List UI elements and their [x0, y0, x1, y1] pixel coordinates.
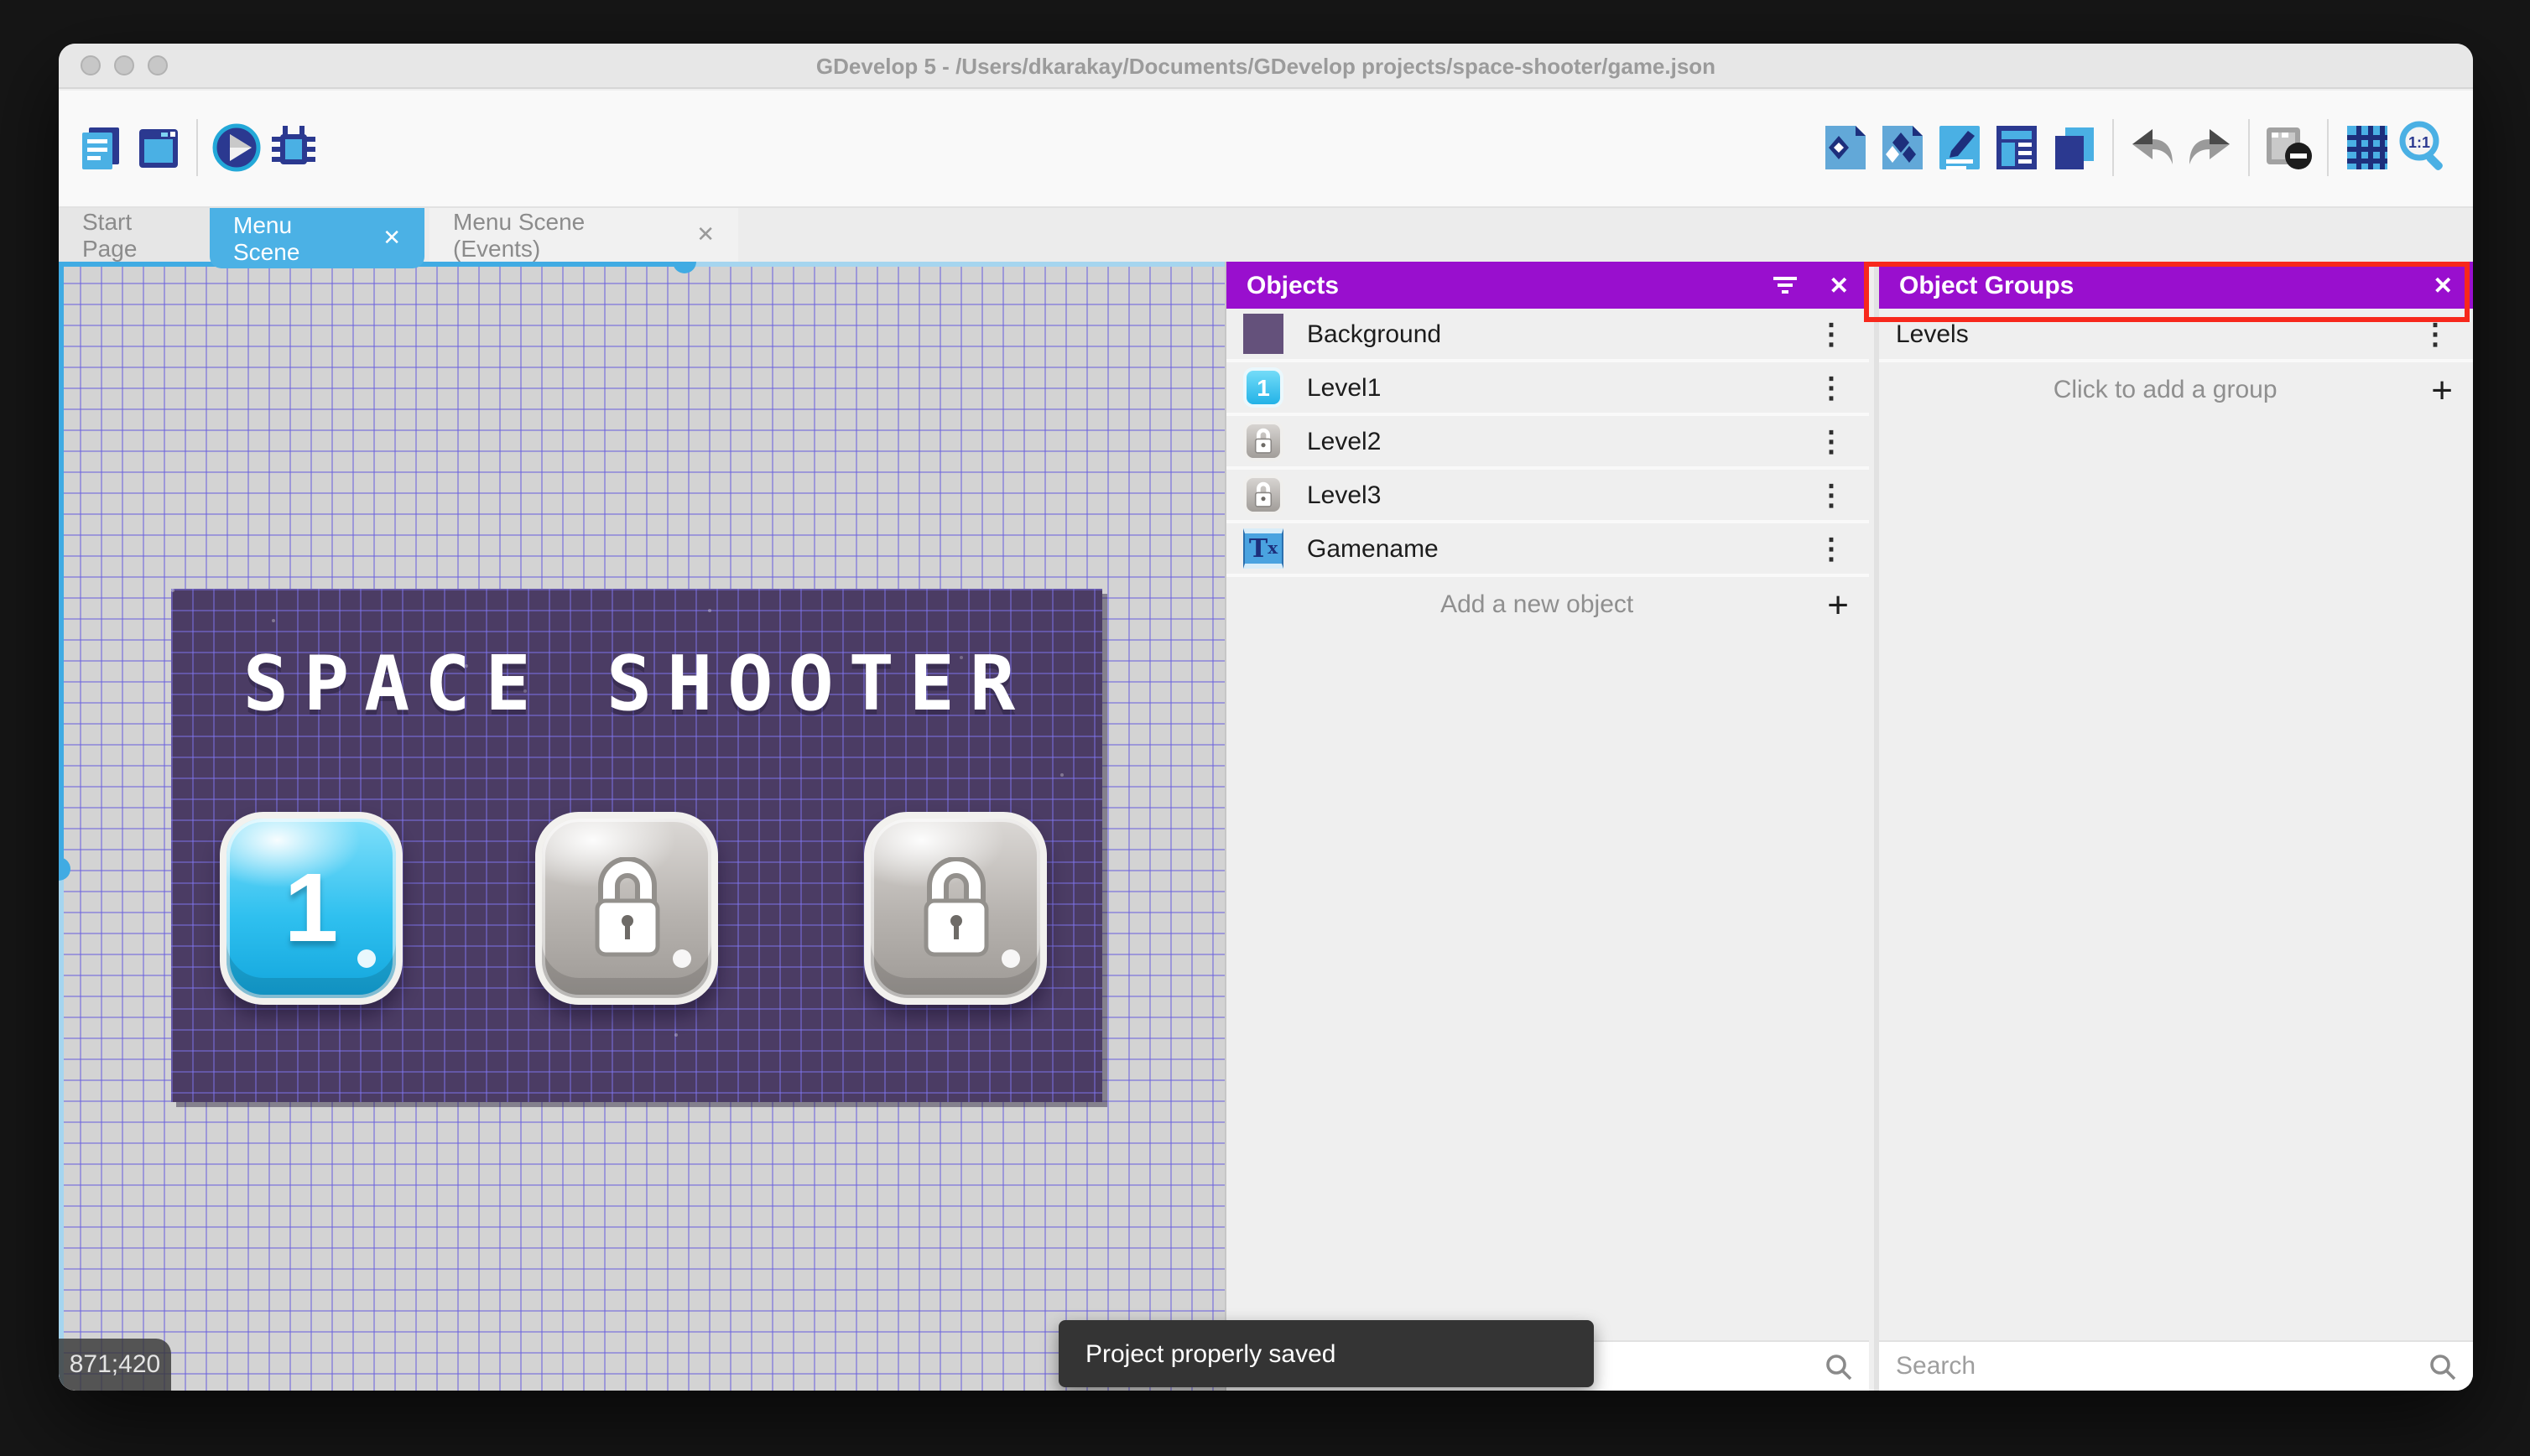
object-name: Level2 — [1307, 427, 1382, 455]
object-menu-icon[interactable]: ⋮ — [1810, 481, 1852, 509]
object-row-background[interactable]: Background ⋮ — [1226, 309, 1869, 362]
object-name: Level3 — [1307, 481, 1382, 509]
object-menu-icon[interactable]: ⋮ — [1810, 534, 1852, 563]
object-name: Gamename — [1307, 534, 1439, 563]
cursor-coordinates-badge: 871;420 — [59, 1339, 171, 1391]
add-group-row[interactable]: Click to add a group + — [1879, 362, 2473, 418]
instances-list-panel-icon[interactable] — [1988, 119, 2045, 176]
group-row-levels[interactable]: Levels ⋮ — [1879, 309, 2473, 362]
zoom-1-1-icon[interactable]: 1:1 — [2396, 119, 2453, 176]
save-toast: Project properly saved — [1059, 1320, 1594, 1387]
lock-button-thumbnail — [1243, 475, 1283, 515]
add-icon[interactable]: + — [2431, 371, 2453, 408]
layers-panel-icon[interactable] — [2045, 119, 2102, 176]
close-tab-icon[interactable]: ✕ — [383, 225, 401, 252]
lock-icon — [923, 856, 988, 956]
play-preview-icon[interactable] — [208, 119, 265, 176]
toolbar-divider — [2248, 119, 2250, 176]
group-name: Levels — [1896, 320, 1969, 348]
search-icon — [2430, 1354, 2456, 1380]
desktop-background: GDevelop 5 - /Users/dkarakay/Documents/G… — [0, 0, 2530, 1456]
add-object-label: Add a new object — [1440, 590, 1634, 619]
level3-locked-button-object[interactable] — [864, 812, 1047, 1005]
window-title: GDevelop 5 - /Users/dkarakay/Documents/G… — [815, 54, 1716, 79]
background-thumbnail — [1243, 314, 1283, 354]
level1-button-object[interactable]: 1 — [220, 812, 403, 1005]
add-group-label: Click to add a group — [2053, 376, 2278, 404]
close-tab-icon[interactable]: ✕ — [696, 221, 715, 248]
object-row-gamename[interactable]: Tx Gamename ⋮ — [1226, 523, 1869, 577]
text-object-thumbnail: Tx — [1243, 528, 1283, 569]
project-manager-icon[interactable] — [72, 119, 129, 176]
redo-icon[interactable] — [2181, 119, 2238, 176]
object-row-level2[interactable]: Level2 ⋮ — [1226, 416, 1869, 470]
close-panel-icon[interactable]: ✕ — [2434, 271, 2453, 299]
group-menu-icon[interactable]: ⋮ — [2414, 320, 2456, 348]
tab-bar: Start Page Menu Scene ✕ Menu Scene (Even… — [59, 208, 2473, 268]
lock-icon — [594, 856, 659, 956]
main-toolbar: 1:1 — [59, 91, 2473, 208]
search-icon — [1826, 1354, 1852, 1380]
zoom-label: 1:1 — [2408, 134, 2430, 151]
tab-menu-scene[interactable]: Menu Scene ✕ — [210, 208, 424, 268]
game-title-text: SPACE SHOOTER — [242, 639, 1031, 728]
objects-panel: Objects ✕ Background ⋮ 1 Level1 ⋮ Level2… — [1225, 262, 1869, 1391]
properties-panel-icon[interactable] — [1931, 119, 1988, 176]
object-groups-panel-header: Object Groups ✕ — [1879, 262, 2473, 309]
toolbar-divider — [2112, 119, 2114, 176]
vertical-scrollbar-track[interactable] — [59, 869, 64, 1391]
tab-menu-scene-events[interactable]: Menu Scene (Events) ✕ — [429, 208, 738, 262]
object-groups-panel-icon[interactable] — [1874, 119, 1931, 176]
objects-panel-icon[interactable] — [1817, 119, 1874, 176]
horizontal-scrollbar-track[interactable] — [685, 262, 1225, 267]
stars-decoration — [171, 589, 174, 592]
level2-locked-button-object[interactable] — [535, 812, 718, 1005]
add-icon[interactable]: + — [1827, 585, 1849, 623]
horizontal-scrollbar-thumb[interactable] — [673, 262, 696, 273]
mask-toggle-icon[interactable] — [2260, 119, 2317, 176]
object-name: Background — [1307, 320, 1442, 348]
vertical-scrollbar-thumb[interactable] — [59, 857, 70, 881]
object-groups-panel-title: Object Groups — [1899, 271, 2074, 299]
game-scene-background[interactable]: SPACE SHOOTER 1 — [171, 589, 1102, 1102]
level1-button-thumbnail: 1 — [1243, 367, 1283, 408]
tab-label: Menu Scene (Events) — [453, 208, 586, 262]
object-menu-icon[interactable]: ⋮ — [1810, 373, 1852, 402]
title-bar: GDevelop 5 - /Users/dkarakay/Documents/G… — [59, 44, 2473, 89]
close-panel-icon[interactable]: ✕ — [1830, 271, 1849, 299]
object-row-level1[interactable]: 1 Level1 ⋮ — [1226, 362, 1869, 416]
level-number: 1 — [284, 854, 339, 963]
object-menu-icon[interactable]: ⋮ — [1810, 320, 1852, 348]
toolbar-divider — [196, 119, 198, 176]
toolbar-divider — [2327, 119, 2329, 176]
tab-start-page[interactable]: Start Page — [59, 208, 210, 262]
grid-icon[interactable] — [2339, 119, 2396, 176]
scene-window-icon[interactable] — [129, 119, 186, 176]
filter-icon[interactable] — [1773, 275, 1799, 295]
object-menu-icon[interactable]: ⋮ — [1810, 427, 1852, 455]
undo-icon[interactable] — [2124, 119, 2181, 176]
scene-editor-canvas[interactable]: SPACE SHOOTER 1 871;420 — [59, 262, 1225, 1391]
object-row-level3[interactable]: Level3 ⋮ — [1226, 470, 1869, 523]
lock-button-thumbnail — [1243, 421, 1283, 461]
objects-panel-title: Objects — [1247, 271, 1340, 299]
tab-label: Start Page — [82, 208, 138, 262]
gdevelop-window: GDevelop 5 - /Users/dkarakay/Documents/G… — [59, 44, 2473, 1391]
groups-search-input[interactable] — [1896, 1352, 2429, 1381]
groups-search-bar — [1879, 1340, 2473, 1391]
tab-label: Menu Scene — [233, 211, 300, 265]
objects-panel-header: Objects ✕ — [1226, 262, 1869, 309]
object-groups-panel: Object Groups ✕ Levels ⋮ Click to add a … — [1874, 262, 2473, 1391]
add-object-row[interactable]: Add a new object + — [1226, 577, 1869, 632]
vertical-scrollbar[interactable] — [59, 262, 64, 869]
debug-icon[interactable] — [265, 119, 322, 176]
object-name: Level1 — [1307, 373, 1382, 402]
